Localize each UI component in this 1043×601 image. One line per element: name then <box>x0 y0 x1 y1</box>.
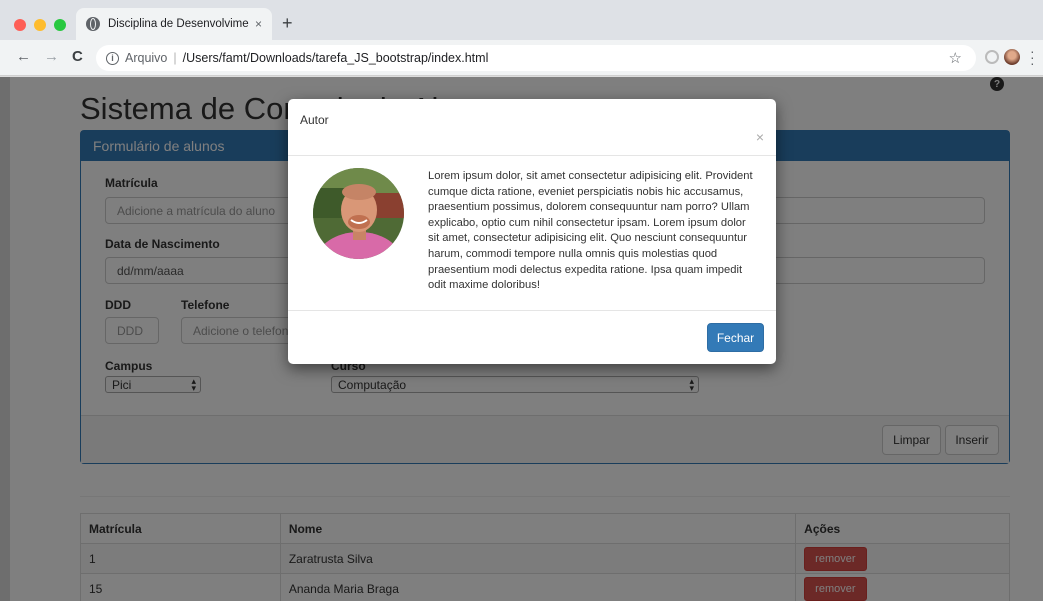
url-text: /Users/famt/Downloads/tarefa_JS_bootstra… <box>182 51 489 65</box>
extension-icon[interactable] <box>985 50 999 64</box>
modal-header: Autor × <box>288 99 776 156</box>
info-icon[interactable]: i <box>106 51 119 65</box>
browser-toolbar: ← → C i Arquivo | /Users/famt/Downloads/… <box>0 40 1043 76</box>
window-close-icon[interactable] <box>14 19 26 31</box>
modal-footer: Fechar <box>288 311 776 363</box>
browser-menu-icon[interactable]: · · · <box>1030 44 1035 70</box>
author-photo <box>313 168 404 259</box>
back-arrow-icon[interactable]: ← <box>16 49 31 65</box>
author-modal: Autor × Lorem ipsum dolor, sit amet cons… <box>288 99 776 364</box>
modal-close-icon[interactable]: × <box>756 129 764 145</box>
modal-title: Autor <box>300 113 329 127</box>
profile-avatar-icon[interactable] <box>1004 49 1020 65</box>
url-scheme-label: Arquivo <box>125 51 168 65</box>
address-bar[interactable]: i Arquivo | /Users/famt/Downloads/tarefa… <box>96 45 976 71</box>
browser-tabstrip: Disciplina de Desenvolvimento × + <box>0 0 1043 40</box>
browser-tab[interactable]: Disciplina de Desenvolvimento × <box>76 8 272 40</box>
reload-icon[interactable]: C <box>72 49 83 65</box>
url-separator: | <box>173 51 177 65</box>
fechar-button[interactable]: Fechar <box>707 323 764 352</box>
globe-icon <box>86 17 100 31</box>
forward-arrow-icon[interactable]: → <box>44 49 59 65</box>
tab-title: Disciplina de Desenvolvimento <box>108 18 249 30</box>
window-minimize-icon[interactable] <box>34 19 46 31</box>
modal-body-text: Lorem ipsum dolor, sit amet consectetur … <box>428 170 753 292</box>
window-maximize-icon[interactable] <box>54 19 66 31</box>
modal-body: Lorem ipsum dolor, sit amet consectetur … <box>288 156 776 311</box>
tab-close-icon[interactable]: × <box>255 17 262 31</box>
new-tab-icon[interactable]: + <box>282 14 293 32</box>
bookmark-star-icon[interactable]: ☆ <box>949 49 962 67</box>
